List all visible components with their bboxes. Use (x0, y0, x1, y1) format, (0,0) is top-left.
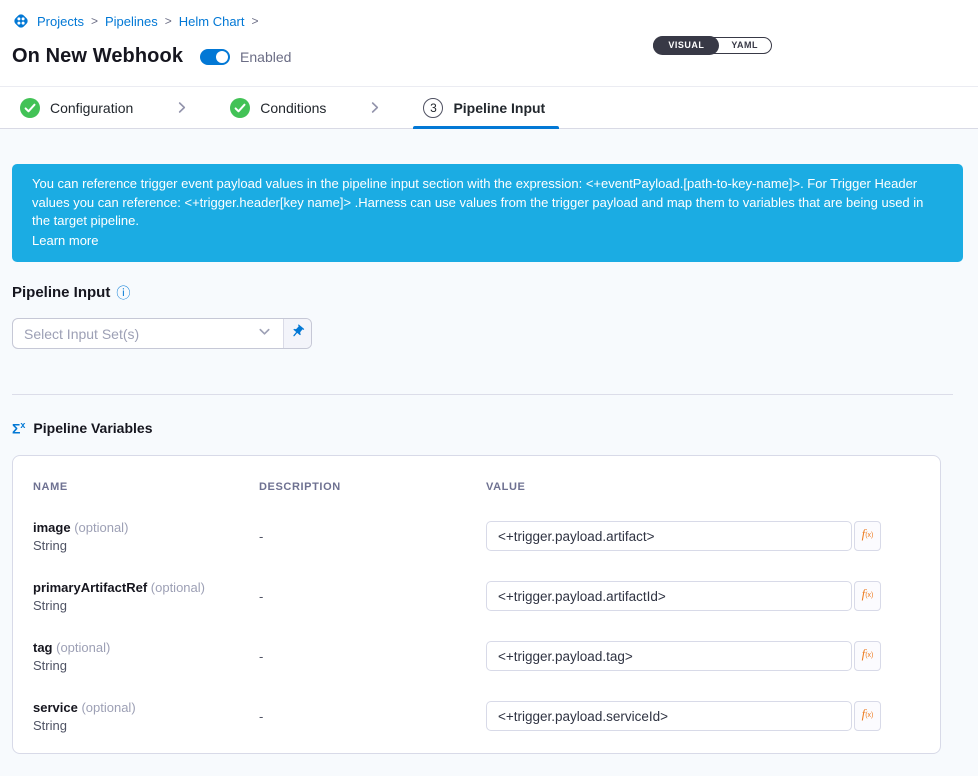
visual-yaml-toggle: VISUAL YAML (653, 37, 772, 54)
pipeline-input-heading: Pipeline Input ⓘ (12, 284, 963, 301)
variable-description: - (259, 529, 486, 544)
variable-name-cell: service (optional) String (33, 700, 259, 733)
breadcrumb-separator: > (91, 14, 98, 28)
page-header: Projects > Pipelines > Helm Chart > On N… (0, 0, 978, 86)
section-divider (12, 394, 953, 395)
variable-value-cell: f(x) (486, 521, 920, 551)
input-set-control: Select Input Set(s) (12, 318, 312, 349)
variable-name-cell: primaryArtifactRef (optional) String (33, 580, 259, 613)
tab-conditions[interactable]: Conditions (230, 87, 326, 128)
column-header-description: DESCRIPTION (259, 481, 486, 493)
webhook-trigger-page: Projects > Pipelines > Helm Chart > On N… (0, 0, 978, 776)
variable-description: - (259, 709, 486, 724)
wizard-tabbar: Configuration Conditions 3 Pipeline Inpu… (0, 86, 978, 129)
breadcrumb-separator: > (252, 14, 259, 28)
harness-project-icon (12, 12, 30, 30)
chevron-right-icon (367, 100, 382, 115)
optional-label: (optional) (74, 520, 128, 535)
column-header-name: NAME (33, 481, 259, 493)
pipeline-variables-icon: Σx (12, 420, 25, 437)
learn-more-link[interactable]: Learn more (32, 232, 98, 251)
column-header-value: VALUE (486, 481, 920, 493)
variable-value-cell: f(x) (486, 581, 920, 611)
variable-name-cell: image (optional) String (33, 520, 259, 553)
variable-name-cell: tag (optional) String (33, 640, 259, 673)
input-set-select[interactable]: Select Input Set(s) (13, 319, 283, 348)
table-row: image (optional) String - f(x) (33, 520, 920, 553)
info-icon[interactable]: ⓘ (116, 286, 130, 300)
tab-label: Conditions (260, 100, 326, 116)
expression-fx-button[interactable]: f(x) (854, 701, 881, 731)
optional-label: (optional) (151, 580, 205, 595)
variable-description: - (259, 649, 486, 664)
breadcrumb-link-pipelines[interactable]: Pipelines (105, 14, 158, 29)
variables-table-header: NAME DESCRIPTION VALUE (33, 481, 920, 493)
tab-label: Configuration (50, 100, 133, 116)
variable-description: - (259, 589, 486, 604)
info-banner: You can reference trigger event payload … (12, 164, 963, 262)
expression-fx-button[interactable]: f(x) (854, 521, 881, 551)
pin-input-set-button[interactable] (283, 319, 311, 348)
trigger-enabled-label: Enabled (240, 49, 291, 65)
variable-name: service (33, 700, 78, 715)
variable-type: String (33, 718, 259, 733)
trigger-enabled-toggle[interactable] (200, 49, 230, 65)
pin-icon (290, 324, 305, 344)
variable-value-input[interactable] (486, 581, 852, 611)
variable-name: image (33, 520, 71, 535)
input-set-placeholder: Select Input Set(s) (24, 326, 139, 342)
expression-fx-button[interactable]: f(x) (854, 641, 881, 671)
step-number-badge: 3 (423, 98, 443, 118)
chevron-right-icon (174, 100, 189, 115)
tab-pipeline-input[interactable]: 3 Pipeline Input (423, 87, 545, 128)
pipeline-variables-card: NAME DESCRIPTION VALUE image (optional) … (12, 455, 941, 754)
breadcrumb-separator: > (165, 14, 172, 28)
table-row: tag (optional) String - f(x) (33, 640, 920, 673)
info-banner-text: You can reference trigger event payload … (32, 176, 923, 228)
pipeline-variables-heading-label: Pipeline Variables (33, 420, 152, 436)
pipeline-input-heading-label: Pipeline Input (12, 284, 110, 301)
variable-value-input[interactable] (486, 641, 852, 671)
breadcrumb: Projects > Pipelines > Helm Chart > (12, 12, 962, 30)
optional-label: (optional) (81, 700, 135, 715)
breadcrumb-link-projects[interactable]: Projects (37, 14, 84, 29)
variable-type: String (33, 598, 259, 613)
variable-value-input[interactable] (486, 701, 852, 731)
chevron-down-icon (257, 324, 272, 344)
variable-value-input[interactable] (486, 521, 852, 551)
pipeline-variables-heading: Σx Pipeline Variables (12, 420, 963, 437)
breadcrumb-link-helm-chart[interactable]: Helm Chart (179, 14, 245, 29)
tab-configuration[interactable]: Configuration (20, 87, 133, 128)
table-row: primaryArtifactRef (optional) String - f… (33, 580, 920, 613)
variable-value-cell: f(x) (486, 641, 920, 671)
tab-label: Pipeline Input (453, 100, 545, 116)
variable-name: tag (33, 640, 53, 655)
optional-label: (optional) (56, 640, 110, 655)
page-title: On New Webhook (12, 45, 183, 68)
variable-name: primaryArtifactRef (33, 580, 147, 595)
variable-type: String (33, 658, 259, 673)
yaml-toggle-button[interactable]: YAML (718, 37, 771, 54)
table-row: service (optional) String - f(x) (33, 700, 920, 733)
check-circle-icon (20, 98, 40, 118)
check-circle-icon (230, 98, 250, 118)
visual-toggle-button[interactable]: VISUAL (653, 36, 719, 55)
toggle-knob (216, 51, 228, 63)
expression-fx-button[interactable]: f(x) (854, 581, 881, 611)
variable-type: String (33, 538, 259, 553)
pipeline-input-panel: You can reference trigger event payload … (0, 129, 978, 776)
variable-value-cell: f(x) (486, 701, 920, 731)
title-row: On New Webhook Enabled (12, 45, 962, 68)
